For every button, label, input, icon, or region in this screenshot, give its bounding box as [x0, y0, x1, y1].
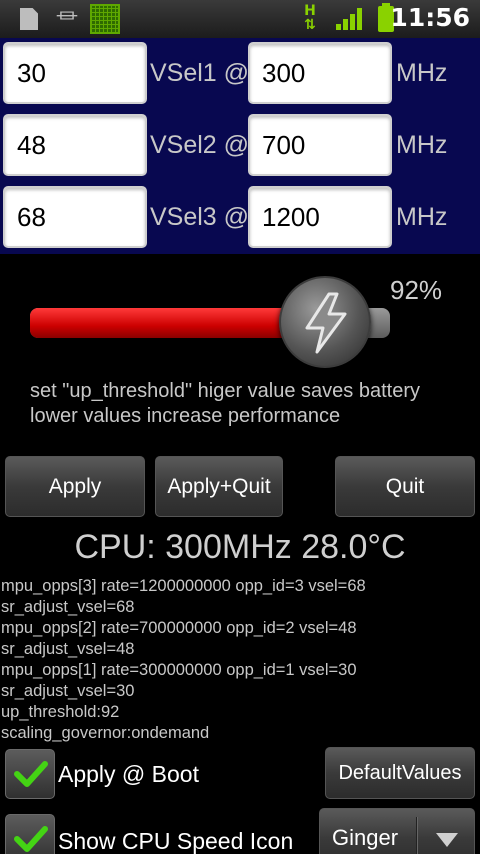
threshold-hint: set "up_threshold" higer value saves bat… [30, 379, 470, 429]
h-network-icon: H ⇅ [304, 3, 316, 33]
quit-button[interactable]: Quit [335, 456, 475, 517]
voltage-row-1: 30 VSel1 @ 300 MHz [0, 42, 480, 104]
log-line: mpu_opps[1] rate=300000000 opp_id=1 vsel… [1, 661, 357, 679]
show-cpu-icon-checkbox[interactable] [5, 814, 55, 854]
vsel3-unit: MHz [396, 203, 448, 231]
apply-button[interactable]: Apply [5, 456, 145, 517]
vsel2-voltage-input[interactable]: 48 [3, 114, 147, 176]
usb-icon: ⏛ [56, 5, 79, 30]
vsel2-unit: MHz [396, 131, 448, 159]
status-clock: 11:56 [390, 3, 470, 32]
show-cpu-icon-label[interactable]: Show CPU Speed Icon [58, 828, 293, 854]
voltage-row-3: 68 VSel3 @ 1200 MHz [0, 186, 480, 248]
default-values-button[interactable]: DefaultValues [325, 747, 475, 799]
log-line: sr_adjust_vsel=48 [1, 640, 135, 658]
signal-icon [336, 8, 362, 30]
vsel1-unit: MHz [396, 59, 448, 87]
threshold-percent: 92% [390, 275, 443, 305]
threshold-slider-knob[interactable] [278, 276, 371, 368]
lightning-bolt-icon [305, 292, 347, 354]
sd-card-icon [20, 8, 38, 30]
vsel3-frequency-input[interactable]: 1200 [248, 186, 392, 248]
profile-spinner[interactable]: Ginger [319, 808, 475, 854]
vsel2-label: VSel2 @ [150, 131, 250, 159]
spinner-divider [416, 817, 418, 854]
log-line: sr_adjust_vsel=68 [1, 598, 135, 616]
status-bar: ⏛ H ⇅ 11:56 [0, 0, 480, 38]
apply-at-boot-label[interactable]: Apply @ Boot [58, 761, 199, 788]
cpu-status: CPU: 300MHz 28.0°C [74, 528, 406, 566]
voltage-panel: 30 VSel1 @ 300 MHz 48 VSel2 @ 700 MHz 68… [0, 38, 480, 254]
hint-line-1: set "up_threshold" higer value saves bat… [30, 380, 420, 402]
log-line: mpu_opps[3] rate=1200000000 opp_id=3 vse… [1, 577, 366, 595]
checkmark-icon [14, 826, 48, 852]
chevron-down-icon [436, 833, 458, 847]
checkmark-icon [14, 761, 48, 787]
vsel1-label: VSel1 @ [150, 59, 250, 87]
voltage-row-2: 48 VSel2 @ 700 MHz [0, 114, 480, 176]
profile-spinner-value: Ginger [332, 825, 399, 850]
log-line: up_threshold:92 [1, 703, 120, 721]
apply-at-boot-checkbox[interactable] [5, 749, 55, 799]
chip-icon [90, 4, 120, 34]
vsel1-voltage-input[interactable]: 30 [3, 42, 147, 104]
vsel3-label: VSel3 @ [150, 203, 250, 231]
log-line: mpu_opps[2] rate=700000000 opp_id=2 vsel… [1, 619, 357, 637]
vsel1-frequency-input[interactable]: 300 [248, 42, 392, 104]
vsel2-frequency-input[interactable]: 700 [248, 114, 392, 176]
vsel3-voltage-input[interactable]: 68 [3, 186, 147, 248]
apply-quit-button[interactable]: Apply+Quit [155, 456, 283, 517]
hint-line-2: lower values increase performance [30, 405, 341, 427]
log-line: sr_adjust_vsel=30 [1, 682, 135, 700]
log-line: scaling_governor:ondemand [1, 724, 210, 742]
opp-log: mpu_opps[3] rate=1200000000 opp_id=3 vse… [1, 576, 479, 744]
